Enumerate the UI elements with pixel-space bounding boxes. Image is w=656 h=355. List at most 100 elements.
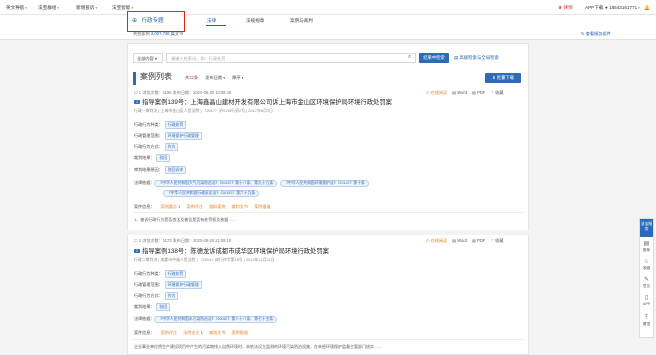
toolbar-recommend[interactable]: ▤ 推荐	[640, 241, 653, 252]
module-title-box[interactable]: ⊕ 行政专题	[127, 11, 185, 32]
favorite-button[interactable]: ♡ 收藏	[490, 90, 503, 95]
tab-law[interactable]: 法律	[207, 18, 216, 24]
entry-actions: ◷ 在线阅读 ▤ Word ▤ PDF ♡ 收藏	[426, 90, 503, 96]
notification-icon[interactable]: 🔔	[644, 0, 650, 15]
document-icon: ▤	[643, 241, 650, 247]
field-chip[interactable]: 环境保护行政管理	[164, 132, 202, 140]
entry-meta: ☐ 1 浏览次数：1196 发布日期：2020-09-30 10:06:40	[134, 90, 232, 95]
sort-order[interactable]: 降序	[232, 75, 240, 80]
word-download[interactable]: ▤ Word	[452, 90, 467, 95]
menu-english-nav[interactable]: 英文导航▾	[6, 0, 27, 16]
list-count: 共22条 发布日期 ▾ 降序 ▾	[185, 75, 244, 80]
link-case-reports[interactable]: 案例报道	[254, 204, 270, 209]
entry-excerpt: 企业事业单位将生产建设项目中产生的污染物排入自然环境时，未依法设立监测的环境污染…	[134, 344, 382, 349]
link-court-fulltext[interactable]: 法院全文 1	[183, 330, 203, 335]
menu-groups[interactable]: 法宝群组▾	[38, 0, 59, 16]
download-icon: ⬇	[492, 75, 496, 80]
module-header: 法律 法规规章 案例与裁判 共检索到 2,007,736 篇文书 ↻ 查看服务组…	[0, 15, 656, 40]
sort-date[interactable]: 发布日期	[205, 75, 222, 80]
entry-excerpt: 1、被诉行政行为是否违法及被告是否有处罚权及依据……	[134, 217, 237, 222]
entry-meta: ☐ 2 浏览次数：1173 发布日期：2020-09-30 21:09:10	[134, 238, 232, 243]
word-download[interactable]: ▤ Word	[452, 238, 467, 243]
service-components-link[interactable]: ↻ 查看服务组件	[581, 31, 611, 37]
list-title: 案例列表	[140, 72, 172, 81]
search-input[interactable]: 请输入检索词，如：行政处罚	[166, 53, 416, 63]
checkbox[interactable]: ☐	[134, 238, 138, 243]
link-similar-cases[interactable]: 相似案例	[209, 204, 225, 209]
list-header-accent	[133, 72, 136, 85]
menu-complaint[interactable]: 新增投诉▾	[76, 0, 97, 16]
field-row: 裁判结果： 驳回	[134, 154, 171, 162]
search-row: 全部内容 ▾ 请输入检索词，如：行政处罚 ⌕ 结果中检索 ▤ 高级检索与全局检索	[133, 52, 523, 65]
field-chip[interactable]: 作为	[164, 292, 179, 300]
laws-row-2: 《中华人民共和国行政诉讼法》（2015）》第六十九条	[163, 190, 262, 197]
chevron-down-icon: ▾	[131, 6, 134, 10]
field-row: 行政行为种类： 行政处罚	[134, 270, 187, 278]
law-pill[interactable]: 《中华人民共和国环境保护法》（2014）》第十条	[280, 180, 369, 187]
checkbox[interactable]: ☐	[134, 90, 138, 95]
toolbar-feedback[interactable]: ✎ 意见	[640, 277, 653, 288]
bookmark-icon: ☆	[643, 259, 650, 265]
entry-gap	[127, 230, 529, 235]
read-online-link[interactable]: ◷ 在线阅读	[426, 238, 447, 243]
search-icon: ⊕	[132, 18, 138, 24]
pdf-download[interactable]: ▤ PDF	[472, 238, 485, 243]
case-links: 案件信息： 案例评注 法院全文 1 裁判文书 案例报道	[134, 330, 248, 335]
toolbar-favorites[interactable]: ☆ 收藏	[640, 259, 653, 270]
link-case-comments[interactable]: 案例评注	[187, 204, 203, 209]
service-header[interactable]: 法宝服务	[640, 219, 653, 237]
active-tab-underline	[206, 25, 226, 27]
law-pill[interactable]: 《中华人民共和国行政诉讼法》（2015）》第六十九条	[163, 190, 260, 197]
link-judgments[interactable]: 裁判文书	[209, 330, 225, 335]
entry-actions: ◷ 在线阅读 ▤ Word ▤ PDF ♡ 收藏	[426, 238, 503, 244]
scope-select[interactable]: 全部内容 ▾	[133, 53, 163, 63]
toolbar-top[interactable]: ⤒ 置顶	[640, 315, 653, 326]
law-pill[interactable]: 《中华人民共和国水污染防治法》（2008）》第八十八条、第七十五条	[154, 316, 278, 323]
field-chip[interactable]: 作为	[164, 143, 179, 151]
chevron-down-icon: ▾	[638, 6, 640, 10]
advanced-search-link[interactable]: ▤ 高级检索与全局检索	[454, 55, 499, 61]
laws-row: 法律依据： 《中华人民共和国大气污染防治法》（2015）》第十八条、第九十九条 《中…	[134, 180, 372, 187]
read-online-link[interactable]: ◷ 在线阅读	[426, 90, 447, 95]
pdf-download[interactable]: ▤ PDF	[472, 90, 485, 95]
case-links: 案件信息： 案例要点 1 案例评注 相似案例 裁判文书 案例报道	[134, 204, 271, 209]
entry-title[interactable]: 2 指导案例138号：陈德龙诉成都市成华区环境保护局环境行政处罚案	[134, 246, 329, 255]
refresh-icon: ↻	[581, 31, 585, 36]
field-chip[interactable]: 行政处罚	[164, 270, 187, 278]
law-pill[interactable]: 《中华人民共和国大气污染防治法》（2015）》第十八条、第九十九条	[154, 180, 278, 187]
favorite-button[interactable]: ♡ 收藏	[490, 238, 503, 243]
module-title: 行政专题	[141, 18, 164, 24]
field-chip[interactable]: 驳回	[156, 303, 171, 311]
field-chip[interactable]: 驳回	[156, 154, 171, 162]
batch-download-button[interactable]: ⬇ 批量下载	[485, 73, 521, 83]
tree-icon: ▤	[454, 55, 459, 60]
arrow-up-icon: ⤒	[645, 315, 648, 321]
field-row: 裁判结果： 驳回	[134, 303, 171, 311]
link-case-points[interactable]: 案例要点 1	[161, 204, 181, 209]
field-row: 行政行为种类： 行政处罚	[134, 121, 187, 129]
field-row: 行政行为方式： 作为	[134, 143, 179, 151]
field-row: 行政管理范围： 环境保护行政管理	[134, 132, 202, 140]
search-in-results-button[interactable]: 结果中检索	[419, 53, 449, 63]
tab-regulations[interactable]: 法规规章	[246, 18, 264, 24]
link-case-comments[interactable]: 案例评注	[161, 330, 177, 335]
search-icon[interactable]: ⌕	[408, 54, 411, 61]
guiding-case-tag: 2	[134, 249, 141, 254]
app-download-link[interactable]: APP下载	[585, 0, 603, 15]
link-judgments[interactable]: 裁判文书	[232, 204, 248, 209]
field-row: 审判结果原因： 驳回诉求	[134, 166, 187, 174]
tab-cases[interactable]: 案例与裁判	[290, 18, 313, 24]
divider	[133, 212, 523, 213]
entry-title[interactable]: 1 指导案例139号：上海鑫晶山建材开发有限公司诉上海市金山区环境保护局环境行政处…	[134, 97, 392, 106]
user-account[interactable]: ● 18543161771▾	[605, 0, 640, 16]
toolbar-app[interactable]: ▯ APP	[640, 295, 653, 306]
link-case-reports[interactable]: 案例报道	[232, 330, 248, 335]
field-chip[interactable]: 行政处罚	[164, 121, 187, 129]
phone-icon: ▯	[644, 295, 649, 301]
vip-badge[interactable]: ♛ 律师	[558, 0, 573, 15]
crown-icon: ♛	[558, 5, 563, 10]
field-chip[interactable]: 环境保护行政管理	[164, 281, 202, 289]
field-chip[interactable]: 驳回诉求	[164, 166, 187, 174]
divider	[133, 339, 523, 340]
laws-row: 法律依据： 《中华人民共和国水污染防治法》（2008）》第八十八条、第七十五条	[134, 316, 280, 323]
